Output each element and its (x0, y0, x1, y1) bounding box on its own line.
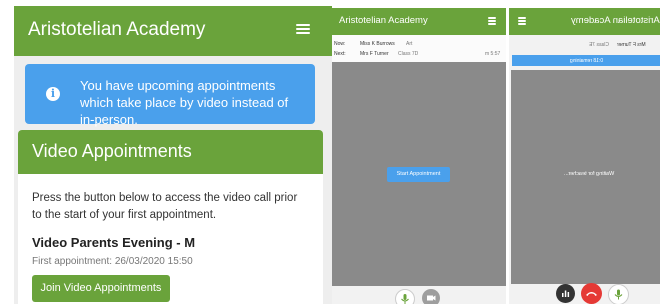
event-title: Video Parents Evening - M (32, 235, 196, 250)
microphone-icon[interactable] (395, 289, 415, 304)
menu-icon[interactable] (488, 17, 496, 25)
now-label: Now: (334, 41, 346, 47)
next-label: Next: (334, 51, 346, 57)
next-name: Mrs F Turner (360, 51, 389, 57)
status-bar: 0:18 remaining (512, 55, 660, 66)
app-header: Aristotelian Academy (509, 8, 660, 35)
app-title: Aristotelian Academy (28, 19, 206, 40)
menu-icon[interactable] (518, 17, 526, 25)
start-appointment-button[interactable]: Start Appointment (387, 167, 450, 182)
video-appointments-card: Video Appointments Press the button belo… (18, 130, 323, 304)
microphone-icon[interactable] (608, 284, 629, 304)
app-header: Aristotelian Academy (14, 6, 332, 56)
app-header: Aristotelian Academy (332, 8, 506, 35)
status-text: 0:18 remaining (570, 58, 604, 64)
app-title: Aristotelian Academy (339, 15, 428, 26)
alert-text: You have upcoming appointments which tak… (80, 78, 289, 127)
first-appointment: First appointment: 26/03/2020 15:50 (32, 256, 193, 267)
video-alert: i You have upcoming appointments which t… (25, 64, 315, 127)
now-subject: Art (406, 41, 413, 47)
menu-icon[interactable] (296, 22, 310, 36)
camera-icon[interactable] (422, 289, 440, 304)
end-call-icon[interactable] (581, 283, 602, 304)
now-name: Miss K Burrows (360, 41, 395, 47)
card-title: Video Appointments (32, 141, 192, 161)
card-description: Press the button below to access the vid… (32, 192, 298, 221)
app-title: Aristotelian Academy (571, 15, 660, 26)
card-header: Video Appointments (18, 130, 323, 174)
class-label: Class 7E (589, 42, 610, 48)
waiting-text: Waiting for teacher... (564, 171, 615, 177)
video-area: Waiting for teacher... (511, 70, 660, 284)
info-icon: i (46, 87, 60, 101)
teacher-call-panel: Aristotelian Academy Now: Miss K Burrows… (332, 8, 506, 304)
timer: m 5:57 (485, 51, 501, 57)
teacher-name: Mrs F Turner (617, 42, 646, 48)
join-video-button[interactable]: Join Video Appointments (32, 275, 170, 302)
stats-icon[interactable] (556, 284, 575, 303)
next-subject: Class 7D (398, 51, 419, 57)
parent-call-panel: Aristotelian Academy Mrs F Turner Class … (509, 8, 660, 304)
portal-panel: Aristotelian Academy i You have upcoming… (14, 6, 332, 304)
appointment-info: Now: Miss K Burrows Art Next: Mrs F Turn… (332, 35, 506, 62)
